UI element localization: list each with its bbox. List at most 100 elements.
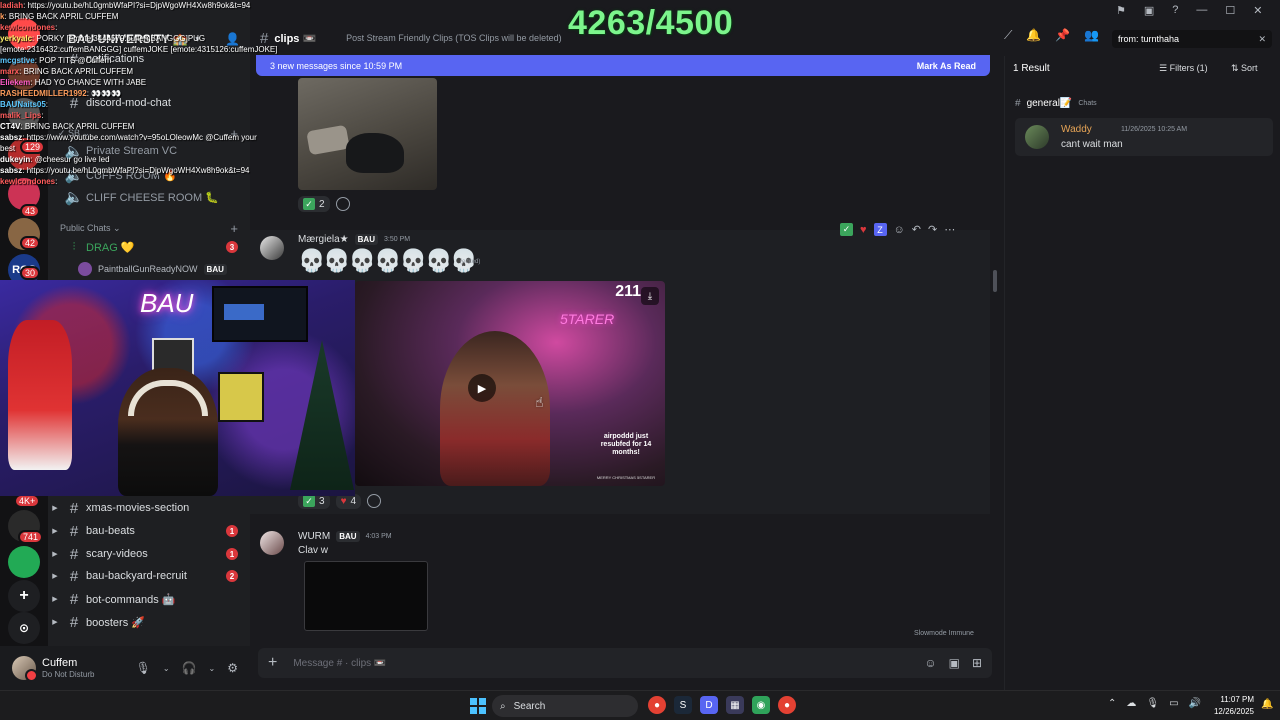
filters-button[interactable]: ☰ Filters (1) [1159,63,1208,74]
emoji-icon[interactable]: ☺ [924,656,936,670]
avatar[interactable] [260,236,284,260]
steam-icon[interactable]: S [674,696,692,714]
pin-icon[interactable]: 📌 [1055,28,1070,43]
message-image[interactable] [298,78,437,190]
new-messages-bar[interactable]: 3 new messages since 10:59 PM Mark As Re… [256,55,990,76]
channel-scary-videos[interactable]: ▶ # scary-videos 1 [48,543,250,565]
more-icon[interactable]: ⋯ [944,223,955,236]
user-name: Cuffem [42,657,78,670]
chrome-icon[interactable]: ● [778,696,796,714]
notification-icon[interactable]: 🔔 [1261,699,1273,710]
plus-icon[interactable]: + [230,126,238,141]
avatar[interactable] [260,531,284,555]
headphones-icon[interactable]: 🎧 [182,661,197,675]
voice-channel-private[interactable]: 🔈 Private Stream VC [48,140,250,162]
maximize-icon[interactable]: ☐ [1225,4,1235,17]
mouse-cursor: ☝ [535,394,544,410]
unread-badge: 3 [226,241,238,253]
clock[interactable]: 11:07 PM 12/26/2025 [1210,694,1254,718]
chrome-icon[interactable]: ● [648,696,666,714]
discover-icon[interactable]: ⊙ [8,612,40,644]
forward-icon[interactable]: ↷ [928,223,937,236]
server-icon[interactable] [8,546,40,578]
voice-channel-cliff-cheese[interactable]: 🔈 CLIFF CHEESE ROOM 🐛 [48,186,250,208]
close-window-icon[interactable]: ✕ [1253,4,1262,17]
taskbar-search[interactable]: ⌕ Search [492,695,638,717]
result-channel[interactable]: # general📝 Chats [1015,98,1097,109]
volume-icon[interactable]: 🔊 [1189,698,1201,709]
video-attachment[interactable]: 5TARER 211 ⤓ ▶ airpoddd just resubfed fo… [355,281,665,486]
threads-icon[interactable]: ⟋ [1004,28,1012,43]
hash-icon: # [1015,98,1021,109]
start-icon[interactable] [470,698,486,714]
message-image[interactable] [304,561,428,631]
chevron-down-icon[interactable]: ⌄ [163,664,170,673]
help-icon[interactable]: ? [1172,4,1178,17]
category-public-chats[interactable]: Public Chats ⌄ + [48,219,250,237]
network-icon[interactable]: ▭ [1169,698,1178,709]
user-names[interactable]: Cuffem Do Not Disturb [42,657,94,679]
minimize-icon[interactable]: — [1196,4,1207,17]
server-icon[interactable] [8,18,40,50]
sort-button[interactable]: ⇅ Sort [1231,63,1258,74]
add-reaction-icon[interactable]: ☺ [894,224,905,236]
channel-discord-mod-chat[interactable]: # discord-mod-chat [48,92,250,114]
voice-channel-cuffs-room[interactable]: 🔈 CUFFS ROOM 🔥 [48,164,250,186]
reaction-check[interactable]: ✓ 2 [298,196,330,212]
reply-icon[interactable]: ↶ [912,223,921,236]
channel-label: CUFFS ROOM 🔥 [86,169,177,182]
app-icon[interactable]: ▦ [726,696,744,714]
bell-icon[interactable]: 🔔 [1026,28,1041,43]
hash-icon: # [69,545,79,563]
gear-icon[interactable]: ⚙ [227,661,238,675]
obs-icon[interactable]: ◉ [752,696,770,714]
chevron-up-icon[interactable]: ⌃ [1108,698,1116,709]
channel-bau-backyard-recruit[interactable]: ▶ # bau-backyard-recruit 2 [48,565,250,587]
clock-date: 12/26/2025 [1213,707,1254,716]
z-emoji-icon[interactable]: Z [873,223,887,236]
webcam-overlay: BAU [0,280,355,496]
server-icon[interactable] [8,98,40,130]
avatar[interactable] [12,656,38,682]
channel-title: clips 📼 [274,32,317,45]
discord-icon[interactable]: D [700,696,718,714]
voice-user[interactable]: PaintballGunReadyNOW BAU [78,261,227,277]
unread-badge: 2 [226,570,238,582]
avatar [78,262,92,276]
add-reaction-icon[interactable] [335,197,350,211]
microphone-icon[interactable]: 🎙 [136,661,151,675]
add-user-icon[interactable]: 👤 [225,32,240,46]
channel-boosters[interactable]: ▶ # boosters 🚀 [48,611,250,633]
gif-icon[interactable]: ▣ [949,656,960,670]
message-composer[interactable]: + Message # · clips 📼 ☺ ▣ ⊞ [258,648,992,678]
chevron-down-icon[interactable]: ⌄ [209,664,216,673]
members-icon[interactable]: 👥 [1084,28,1099,43]
author-name[interactable]: Mærgiela★ [298,234,349,245]
flag-icon[interactable]: ⚑ [1116,4,1126,17]
scrollbar[interactable] [993,270,997,292]
cloud-icon[interactable]: ☁ [1126,698,1136,709]
author-name[interactable]: WURM [298,531,330,542]
plus-icon[interactable]: + [230,221,238,236]
close-icon[interactable]: ✕ [1258,34,1266,45]
attach-icon[interactable]: + [268,654,277,672]
channel-bau-beats[interactable]: ▶ # bau-beats 1 [48,520,250,542]
inbox-icon[interactable]: ▣ [1144,4,1154,17]
search-input[interactable]: from: turnthaha ✕ [1112,30,1272,48]
channel-notifications[interactable]: # notifications [48,48,250,70]
download-icon[interactable]: ⤓ [641,287,659,305]
add-server-icon[interactable]: + [8,580,40,612]
search-result[interactable]: Waddy 11/26/2025 10:25 AM cant wait man [1015,118,1273,156]
play-icon[interactable]: ▶ [468,374,496,402]
mark-as-read-button[interactable]: Mark As Read [917,61,976,71]
mic-icon[interactable]: 🎙 [1146,698,1159,709]
heart-icon[interactable]: ♥ [860,224,867,236]
voice-channel-drag[interactable]: ⫶ DRAG 💛 3 [48,236,250,258]
gift-icon[interactable]: ⊞ [972,656,982,670]
channel-xmas-movies-section[interactable]: ▶ # xmas-movies-section [48,497,250,519]
check-icon[interactable]: ✓ [840,223,853,236]
server-icon[interactable] [8,58,40,90]
monitor [212,286,308,342]
channel-bot-commands[interactable]: ▶ # bot-commands 🤖 [48,588,250,610]
add-reaction-icon[interactable] [367,494,382,508]
